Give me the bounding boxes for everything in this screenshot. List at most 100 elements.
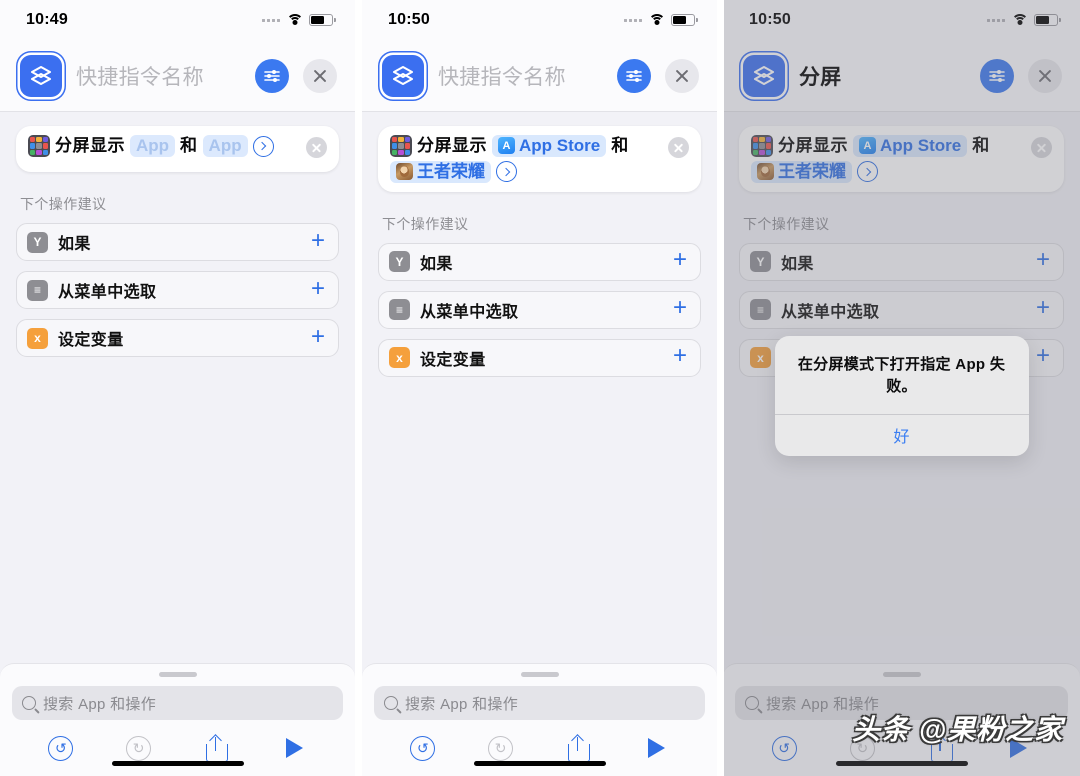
action-conjunction: 和	[611, 136, 629, 156]
undo-button[interactable]: ↺	[22, 735, 100, 761]
shortcut-name-input[interactable]: 快捷指令名称	[76, 61, 241, 91]
shortcuts-icon[interactable]	[382, 54, 424, 97]
shortcut-header: 快捷指令名称	[0, 40, 355, 112]
watermark: 头条 @果粉之家	[852, 714, 1064, 745]
app-grid-icon	[390, 135, 412, 157]
run-button[interactable]	[255, 738, 333, 758]
status-time: 10:49	[26, 11, 68, 28]
search-input[interactable]: 搜索 App 和操作	[12, 686, 343, 720]
remove-circle-icon[interactable]	[668, 137, 689, 158]
suggestion-row-variable[interactable]: x 设定变量 +	[378, 338, 701, 377]
status-time: 10:50	[388, 11, 430, 28]
shortcut-header: 快捷指令名称	[362, 40, 717, 112]
status-bar: 10:49	[0, 0, 355, 40]
run-button[interactable]	[617, 738, 695, 758]
shortcut-body: 分屏显示 App Store 和 王者荣耀 下个操作建议 Y	[362, 112, 717, 377]
suggestion-label: 从菜单中选取	[420, 303, 519, 321]
chip-label: App Store	[519, 136, 601, 156]
plus-icon[interactable]: +	[311, 324, 325, 349]
redo-button[interactable]: ↻	[462, 735, 540, 761]
plus-icon[interactable]: +	[673, 296, 687, 320]
remove-circle-icon[interactable]	[306, 137, 327, 158]
share-button[interactable]	[178, 733, 256, 762]
sheet-grabber[interactable]	[520, 672, 559, 677]
plus-icon[interactable]: +	[311, 228, 325, 253]
sliders-icon[interactable]	[617, 58, 651, 93]
close-icon[interactable]	[665, 58, 699, 93]
if-icon: Y	[27, 231, 48, 253]
battery-icon	[309, 14, 336, 26]
play-icon	[285, 738, 303, 758]
home-indicator	[111, 761, 244, 766]
status-indicators	[624, 14, 698, 26]
suggestions-title: 下个操作建议	[20, 196, 107, 212]
suggestions-title: 下个操作建议	[382, 215, 469, 232]
bottom-sheet: 搜索 App 和操作 ↺ ↻	[362, 663, 717, 776]
error-alert-dialog: 在分屏模式下打开指定 App 失败。 好	[774, 336, 1029, 456]
plus-icon[interactable]: +	[673, 248, 687, 272]
redo-icon: ↻	[488, 735, 514, 761]
shortcuts-icon[interactable]	[20, 54, 62, 97]
play-icon	[647, 738, 665, 758]
action-card[interactable]: 分屏显示 App 和 App	[16, 126, 339, 172]
phone-screen-2: 10:50 快捷指令名称 分屏显示 A App Store 和 王者荣耀 下个操…	[362, 0, 717, 776]
chevron-right-circle-icon[interactable]	[496, 161, 517, 183]
action-conjunction: 和	[180, 136, 198, 156]
action-card[interactable]: 分屏显示 App Store 和 王者荣耀	[378, 126, 701, 192]
sheet-grabber[interactable]	[158, 672, 197, 677]
search-icon	[22, 696, 36, 710]
search-input[interactable]: 搜索 App 和操作	[374, 686, 705, 720]
redo-button[interactable]: ↻	[100, 735, 178, 761]
shortcut-body: 分屏显示 App 和 App 下个操作建议 Y 如果 + ≡ 从菜单中选取 +	[0, 112, 355, 357]
redo-icon: ↻	[126, 735, 152, 761]
if-icon: Y	[389, 251, 410, 273]
menu-list-icon: ≡	[389, 299, 410, 321]
search-placeholder: 搜索 App 和操作	[405, 695, 519, 713]
share-button[interactable]	[540, 733, 618, 762]
action-param-app1[interactable]: App Store	[492, 135, 607, 157]
editor-toolbar: ↺ ↻	[12, 720, 343, 776]
search-placeholder: 搜索 App 和操作	[43, 695, 157, 713]
share-icon	[568, 733, 591, 762]
signal-dots-icon	[262, 18, 280, 22]
status-bar: 10:50	[362, 0, 717, 40]
sliders-icon[interactable]	[255, 58, 289, 93]
suggestion-row-menu[interactable]: ≡ 从菜单中选取 +	[16, 271, 339, 309]
battery-icon	[671, 14, 698, 26]
wifi-icon	[286, 14, 303, 26]
action-label: 分屏显示	[417, 136, 487, 156]
editor-toolbar: ↺ ↻	[374, 720, 705, 776]
suggestion-row-if[interactable]: Y 如果 +	[16, 223, 339, 261]
phone-screen-3: 10:50 分屏 分屏显示 A App Store 和 王者荣耀 下个操作建议 …	[723, 0, 1080, 776]
wifi-icon	[648, 14, 665, 26]
suggestion-label: 从菜单中选取	[58, 284, 157, 301]
action-param-app2[interactable]: App	[202, 135, 248, 157]
menu-list-icon: ≡	[27, 279, 48, 301]
undo-button[interactable]: ↺	[384, 735, 462, 761]
action-label: 分屏显示	[55, 136, 125, 156]
suggestion-row-if[interactable]: Y 如果 +	[378, 242, 701, 281]
plus-icon[interactable]: +	[311, 276, 325, 301]
suggestion-row-variable[interactable]: x 设定变量 +	[16, 319, 339, 357]
action-param-app1[interactable]: App	[130, 135, 176, 157]
chevron-right-circle-icon[interactable]	[252, 135, 274, 157]
alert-ok-button[interactable]: 好	[775, 415, 1029, 456]
plus-icon[interactable]: +	[673, 344, 687, 368]
app-grid-icon	[28, 135, 50, 157]
shortcut-name-input[interactable]: 快捷指令名称	[438, 61, 603, 91]
chip-label: 王者荣耀	[417, 162, 485, 181]
suggestion-row-menu[interactable]: ≡ 从菜单中选取 +	[378, 290, 701, 329]
honor-of-kings-icon	[396, 163, 413, 181]
variable-icon: x	[27, 327, 48, 349]
signal-dots-icon	[624, 18, 642, 22]
search-icon	[384, 696, 398, 710]
action-param-app2[interactable]: 王者荣耀	[390, 161, 491, 183]
screenshot-stage: 10:49 快捷指令名称 分屏显示 App 和 App 下个操作建议 Y 如果 …	[0, 0, 1080, 776]
close-icon[interactable]	[303, 58, 337, 93]
bottom-sheet: 搜索 App 和操作 ↺ ↻	[0, 663, 355, 776]
action-content: 分屏显示 App 和 App	[28, 135, 298, 157]
undo-icon: ↺	[48, 735, 74, 761]
alert-body: 在分屏模式下打开指定 App 失败。	[775, 336, 1029, 414]
status-indicators	[262, 14, 336, 26]
action-content: 分屏显示 App Store 和 王者荣耀	[390, 135, 660, 183]
